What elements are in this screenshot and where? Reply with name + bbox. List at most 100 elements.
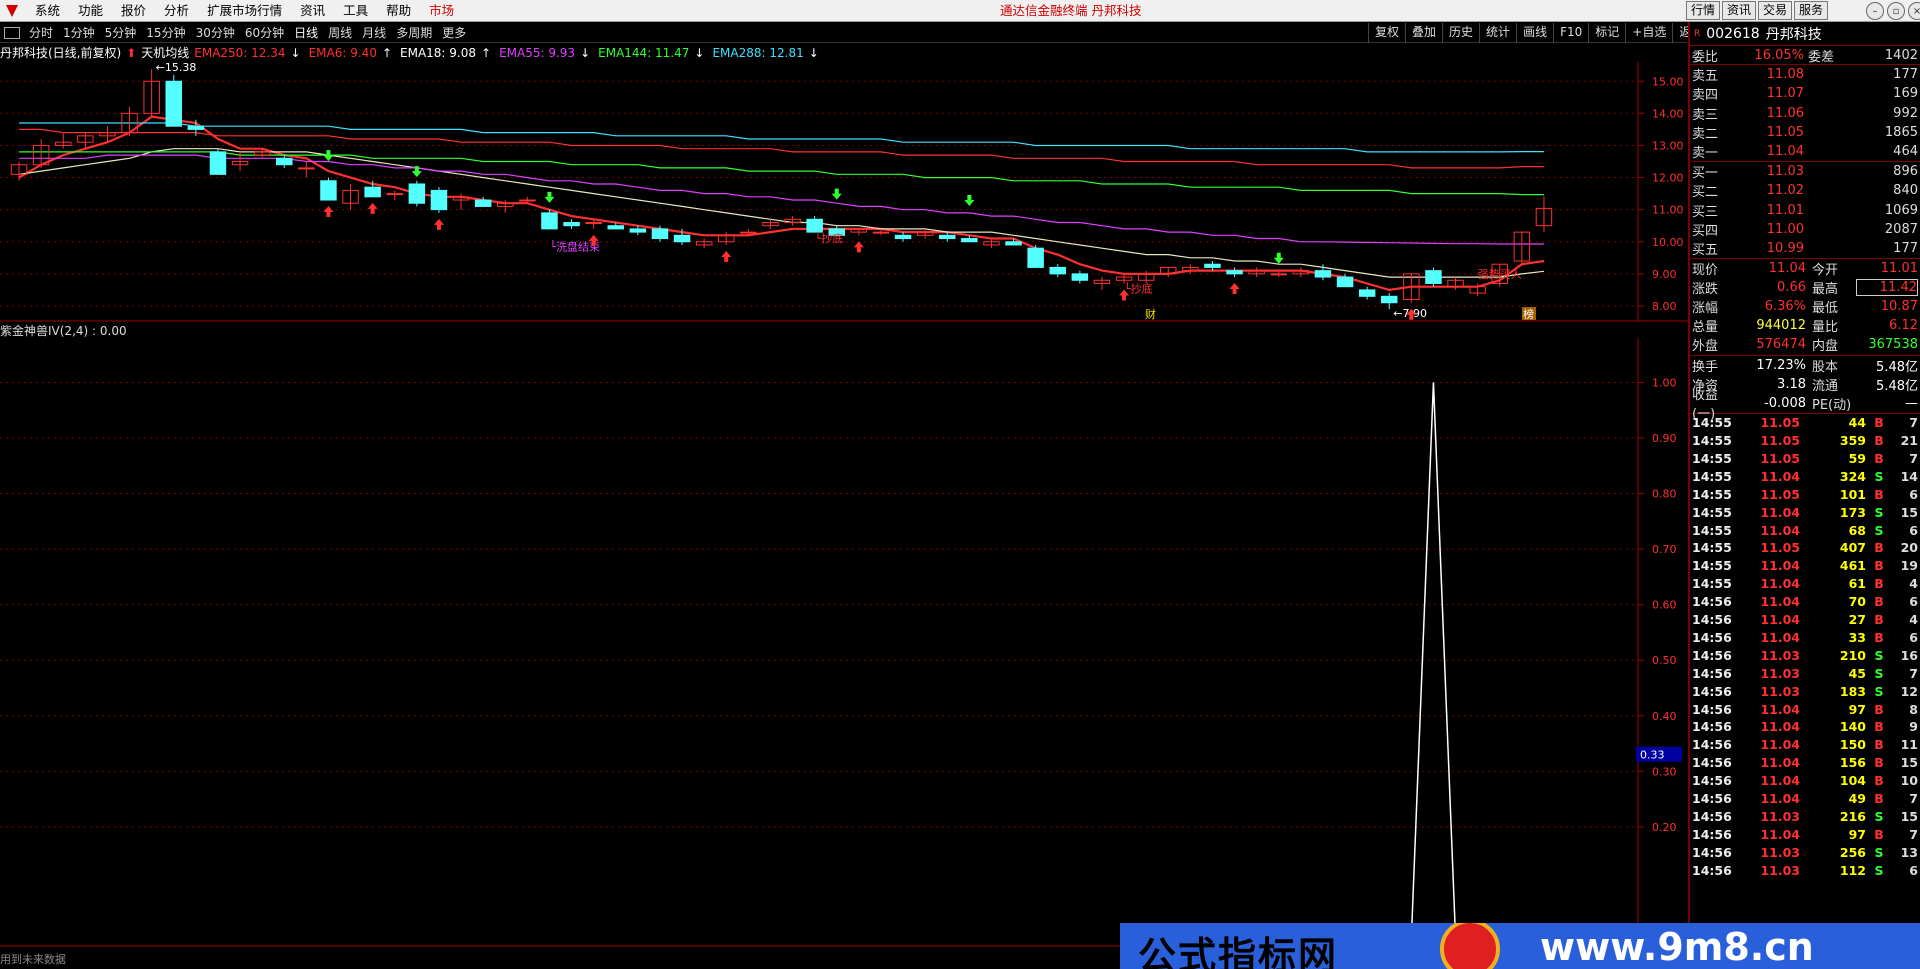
chart-tool-button[interactable]: 画线 [1516, 23, 1553, 43]
period-tab[interactable]: 30分钟 [191, 23, 240, 43]
candle-body [740, 231, 757, 234]
order-level-label: 买二 [1692, 185, 1719, 201]
tick-row: 14:56 11.04 150 B 11 [1690, 736, 1920, 754]
tick-side: S [1874, 504, 1884, 520]
down-arrow-icon: ↓ [694, 46, 705, 60]
tick-volume: 359 [1839, 433, 1866, 449]
cursor-value: 0.33 [1640, 749, 1665, 762]
tick-time: 14:56 [1692, 665, 1732, 681]
menu-item[interactable]: 工具 [334, 0, 377, 22]
stat-value: 17.23% [1756, 357, 1806, 373]
chart-tool-button[interactable]: 叠加 [1405, 23, 1442, 43]
tick-volume: 61 [1848, 576, 1866, 592]
menu-item[interactable]: 资讯 [291, 0, 334, 22]
chart-tool-button[interactable]: 复权 [1368, 23, 1405, 43]
tick-price: 11.04 [1760, 701, 1800, 717]
tick-row: 14:55 11.04 461 B 19 [1690, 557, 1920, 575]
tick-price: 11.05 [1760, 486, 1800, 502]
stat-row: 收益(一) -0.008 PE(动) — [1690, 388, 1920, 422]
quote-panel: R 002618 丹邦科技 委比 16.05% 委差 1402 卖五 11.08 1… [1688, 22, 1920, 969]
tick-row: 14:56 11.04 156 B 15 [1690, 754, 1920, 772]
period-tab[interactable]: 15分钟 [141, 23, 190, 43]
finance-marker[interactable]: 财 [1145, 307, 1156, 321]
tick-side: S [1874, 522, 1884, 538]
stat-label: 涨跌 [1692, 282, 1719, 298]
order-level-label: 买一 [1692, 166, 1719, 182]
sub-chart[interactable]: 1.00 0.90 0.80 0.70 0.60 0.50 0.40 0.30 0.20 0.33 [0, 338, 1688, 948]
tick-count: 6 [1909, 862, 1918, 878]
tick-list[interactable]: 14:55 11.05 44 B 7 14:55 11.05 359 B 21 14:55 11.05… [1690, 414, 1920, 879]
stat-row: 涨幅 6.36% 最低 10.87 [1690, 297, 1920, 316]
restore-icon[interactable]: ▫ [1887, 2, 1905, 20]
panel-tool-button[interactable]: 服务 [1794, 1, 1829, 20]
order-book-row: 买三 11.01 1069 [1690, 201, 1920, 220]
tick-side: B [1874, 701, 1884, 717]
menu-item[interactable]: 功能 [69, 0, 112, 22]
stat-label: 外盘 [1692, 339, 1719, 355]
order-level-label: 卖二 [1692, 126, 1719, 142]
tick-volume: 45 [1848, 665, 1866, 681]
down-arrow-icon: ↓ [290, 46, 301, 60]
tick-price: 11.04 [1760, 773, 1800, 789]
rank-marker[interactable]: 榜 [1523, 307, 1534, 321]
stat-label: PE(动) [1812, 397, 1852, 413]
menu-item[interactable]: 系统 [26, 0, 69, 22]
period-tab[interactable]: 更多 [437, 23, 471, 43]
order-book-row: 买一 11.03 896 [1690, 162, 1920, 181]
tick-row: 14:55 11.04 324 S 14 [1690, 467, 1920, 485]
tick-volume: 59 [1848, 451, 1866, 467]
period-tab[interactable]: 周线 [323, 23, 357, 43]
menu-item[interactable]: 扩展市场行情 [198, 0, 291, 22]
tick-count: 7 [1909, 451, 1918, 467]
y-tick-label: 12.00 [1652, 172, 1684, 185]
period-tab[interactable]: 分时 [24, 23, 58, 43]
period-tab[interactable]: 5分钟 [100, 23, 142, 43]
candle-body [1027, 247, 1044, 268]
panel-tools: 行情 资讯 交易 服务 [1686, 1, 1829, 20]
menu-item[interactable]: 分析 [155, 0, 198, 22]
main-chart[interactable]: 15.00 14.00 13.00 12.00 11.00 10.00 9.00 8.00 ←1… [0, 62, 1688, 322]
tick-side: B [1874, 719, 1884, 735]
y-tick-label: 0.60 [1652, 599, 1677, 612]
tick-volume: 49 [1848, 790, 1866, 806]
tick-price: 11.04 [1760, 504, 1800, 520]
tick-side: S [1874, 647, 1884, 663]
period-tab[interactable]: 60分钟 [240, 23, 289, 43]
chart-tool-button[interactable]: 标记 [1588, 23, 1625, 43]
panel-tool-button[interactable]: 行情 [1686, 1, 1721, 20]
tick-row: 14:56 11.04 97 B 8 [1690, 700, 1920, 718]
seal-logo-icon [1440, 923, 1500, 969]
menu-item[interactable]: 报价 [112, 0, 155, 22]
tick-price: 11.04 [1760, 790, 1800, 806]
stat-row: 总量 944012 量比 6.12 [1690, 316, 1920, 335]
chart-tool-button[interactable]: F10 [1553, 23, 1588, 43]
webi-label: 委比 [1692, 49, 1719, 65]
chart-tool-button[interactable]: 统计 [1479, 23, 1516, 43]
buy-arrow-icon [323, 206, 334, 218]
period-tab[interactable]: 月线 [357, 23, 391, 43]
menu-item[interactable]: 市场 [420, 0, 463, 22]
tick-side: S [1874, 468, 1884, 484]
stat-value: 944012 [1756, 318, 1806, 334]
period-tab[interactable]: 日线 [289, 23, 323, 43]
candle-body [1381, 295, 1398, 304]
stat-label: 今开 [1812, 263, 1839, 279]
indicator-name[interactable]: 天机均线 [141, 44, 189, 62]
bottom-buy-label: └抄底 [1124, 281, 1153, 295]
close-icon[interactable]: × [1908, 2, 1920, 20]
sidebar-toggle-icon[interactable] [4, 26, 20, 39]
period-tab[interactable]: 1分钟 [58, 23, 100, 43]
tick-price: 11.04 [1760, 558, 1800, 574]
tick-row: 14:56 11.03 45 S 7 [1690, 664, 1920, 682]
candle-body [1049, 266, 1066, 275]
chart-tool-button[interactable]: 历史 [1442, 23, 1479, 43]
tick-price: 11.05 [1760, 415, 1800, 431]
candle-body [629, 228, 647, 233]
minimize-icon[interactable]: – [1866, 2, 1884, 20]
panel-tool-button[interactable]: 交易 [1758, 1, 1793, 20]
period-tab[interactable]: 多周期 [391, 23, 437, 43]
chart-tool-button[interactable]: +自选 [1625, 23, 1672, 43]
tick-price: 11.04 [1760, 522, 1800, 538]
menu-item[interactable]: 帮助 [377, 0, 420, 22]
panel-tool-button[interactable]: 资讯 [1722, 1, 1757, 20]
